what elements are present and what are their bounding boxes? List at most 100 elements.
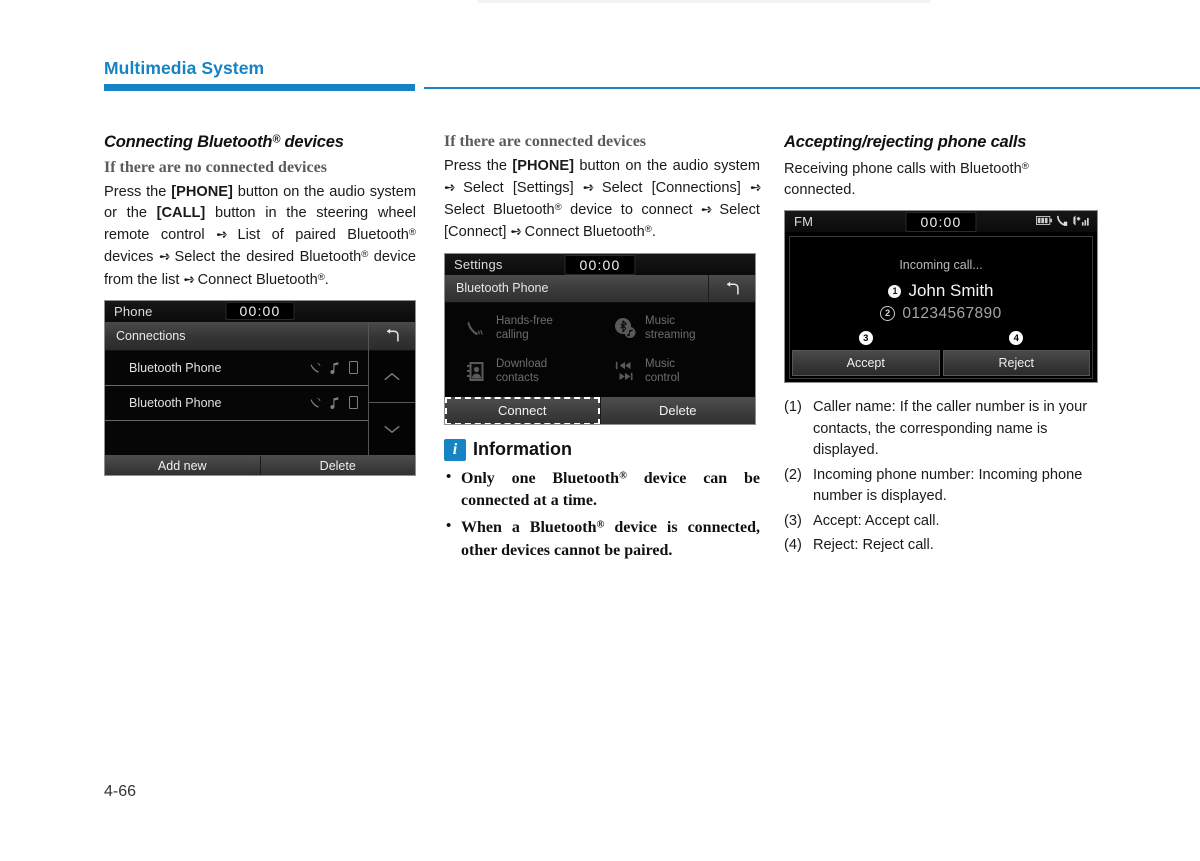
registered-mark: ® bbox=[1021, 160, 1029, 172]
section-title-text-tail: devices bbox=[280, 133, 344, 151]
connections-footer: Add new Delete bbox=[105, 454, 415, 475]
device-capability-icons bbox=[310, 396, 359, 410]
list-item: (4) Reject: Reject call. bbox=[784, 535, 1098, 556]
text-run: Select [Connections] bbox=[592, 180, 750, 197]
reject-call-button[interactable]: 4 Reject bbox=[942, 330, 1090, 377]
device-capability-icons bbox=[310, 361, 359, 375]
arrow-icon: ➺ bbox=[700, 201, 713, 218]
legend-number: (4) bbox=[784, 536, 802, 553]
arrow-icon: ➺ bbox=[183, 270, 195, 287]
device-clock: 00:00 bbox=[564, 254, 636, 275]
delete-button[interactable]: Delete bbox=[259, 455, 415, 475]
text-run: Connect Bluetooth bbox=[520, 224, 645, 241]
arrow-icon: ➺ bbox=[158, 248, 171, 265]
legend-text: Reject: Reject call. bbox=[813, 536, 934, 553]
connect-button[interactable]: Connect bbox=[445, 396, 600, 424]
back-button[interactable] bbox=[708, 274, 755, 302]
caller-number-row: 2 01234567890 bbox=[790, 305, 1092, 323]
column-three: Accepting/rejecting phone calls Receivin… bbox=[784, 133, 1098, 559]
accept-call-button[interactable]: 3 Accept bbox=[792, 330, 940, 377]
feature-label: Hands-free calling bbox=[496, 315, 553, 342]
page-title: Multimedia System bbox=[104, 58, 265, 78]
connections-side-controls bbox=[368, 321, 415, 455]
delete-button[interactable]: Delete bbox=[599, 396, 755, 424]
text-run: devices bbox=[104, 249, 159, 266]
handset-waves-icon bbox=[310, 398, 321, 408]
key-call-button: [CALL] bbox=[156, 205, 206, 222]
page-number: 4-66 bbox=[104, 783, 137, 800]
chevron-up-icon bbox=[384, 372, 400, 381]
information-list: Only one Bluetooth® device can be connec… bbox=[444, 467, 760, 563]
legend-text: Accept: Accept call. bbox=[813, 512, 940, 529]
text-run: device to connect bbox=[561, 202, 701, 219]
text-run: Press the bbox=[444, 158, 513, 174]
settings-device-name: Bluetooth Phone bbox=[445, 274, 708, 302]
feature-music-control[interactable]: Music control bbox=[600, 350, 749, 393]
text-run: Select Bluetooth bbox=[444, 202, 555, 219]
registered-mark: ® bbox=[619, 470, 627, 482]
legend-number: (1) bbox=[784, 399, 802, 416]
handset-waves-icon bbox=[310, 363, 321, 373]
signal-bars-icon bbox=[1073, 215, 1089, 226]
add-new-button[interactable]: Add new bbox=[105, 455, 260, 475]
key-phone-button: [PHONE] bbox=[512, 158, 575, 174]
device-body: Connections Bluetooth Phone Bluetooth Ph… bbox=[105, 321, 415, 455]
section-title-accepting-rejecting: Accepting/rejecting phone calls bbox=[784, 133, 1027, 151]
call-action-row: 3 Accept 4 Reject bbox=[790, 330, 1092, 378]
scroll-up-button[interactable] bbox=[369, 350, 415, 404]
arrow-icon: ➺ bbox=[216, 226, 228, 243]
text-run: List of paired Bluetooth bbox=[226, 227, 409, 244]
device-status-bar: Phone 00:00 bbox=[105, 300, 415, 322]
list-item[interactable] bbox=[105, 420, 369, 455]
back-button[interactable] bbox=[369, 321, 415, 351]
text-run: . bbox=[324, 271, 329, 288]
page-header: Multimedia System bbox=[0, 0, 1200, 95]
call-screen: Incoming call... 1 John Smith 2 0123456789… bbox=[789, 236, 1093, 380]
feature-download-contacts[interactable]: Download contacts bbox=[451, 350, 600, 393]
key-phone-button: [PHONE] bbox=[171, 184, 233, 200]
text-run: Press the bbox=[104, 184, 172, 200]
list-item[interactable]: Bluetooth Phone bbox=[105, 350, 369, 386]
feature-label: Download contacts bbox=[496, 358, 548, 385]
connections-list-pane: Connections Bluetooth Phone Bluetooth Ph… bbox=[105, 321, 369, 455]
list-item: Only one Bluetooth® device can be connec… bbox=[444, 467, 760, 513]
information-header: i Information bbox=[444, 438, 760, 461]
back-arrow-icon bbox=[386, 329, 399, 342]
screenshot-incoming-call: FM 00:00 Incoming call... 1 John Smith 20… bbox=[784, 210, 1098, 384]
list-item: (1) Caller name: If the caller number is … bbox=[784, 397, 1098, 461]
handset-waves-icon bbox=[465, 316, 487, 340]
feature-hands-free-calling[interactable]: Hands-free calling bbox=[451, 307, 600, 350]
paragraph-connected-devices: Press the [PHONE] button on the audio sy… bbox=[444, 156, 762, 244]
feature-music-streaming[interactable]: Music streaming bbox=[600, 307, 749, 350]
callout-marker-2: 2 bbox=[880, 305, 896, 321]
section-title-connecting-bluetooth: Connecting Bluetooth® devices bbox=[104, 133, 416, 152]
caller-number: 01234567890 bbox=[902, 305, 1002, 323]
settings-feature-grid: Hands-free calling Music streaming Downloa… bbox=[445, 302, 755, 397]
arrow-icon: ➺ bbox=[582, 179, 595, 196]
bluetooth-music-icon bbox=[614, 316, 636, 340]
chevron-down-icon bbox=[384, 425, 400, 433]
mobile-phone-icon bbox=[349, 361, 359, 375]
registered-mark: ® bbox=[317, 271, 325, 283]
paragraph-receiving-calls: Receiving phone calls with Bluetooth® co… bbox=[784, 159, 1098, 201]
music-note-icon bbox=[330, 361, 339, 374]
text-run: Connect Bluetooth bbox=[193, 271, 318, 288]
registered-mark: ® bbox=[644, 224, 652, 236]
device-name: Bluetooth Phone bbox=[129, 360, 222, 375]
registered-mark: ® bbox=[554, 202, 562, 214]
list-item[interactable]: Bluetooth Phone bbox=[105, 385, 369, 421]
contacts-book-icon bbox=[465, 359, 487, 383]
scroll-down-button[interactable] bbox=[369, 403, 415, 455]
text-run: Receiving phone calls with Bluetooth bbox=[784, 161, 1022, 177]
status-icon-group bbox=[1036, 215, 1090, 227]
arrow-icon: ➺ bbox=[749, 179, 762, 196]
text-run: . bbox=[651, 224, 656, 241]
device-source-label: Settings bbox=[454, 256, 503, 272]
phone-bluetooth-icon bbox=[1057, 216, 1068, 227]
arrow-icon: ➺ bbox=[444, 179, 456, 196]
text-run: Select [Settings] bbox=[454, 180, 583, 197]
caller-name: John Smith bbox=[908, 281, 994, 301]
reject-label: Reject bbox=[998, 356, 1034, 371]
arrow-icon: ➺ bbox=[510, 223, 523, 240]
header-rule bbox=[424, 87, 1200, 89]
